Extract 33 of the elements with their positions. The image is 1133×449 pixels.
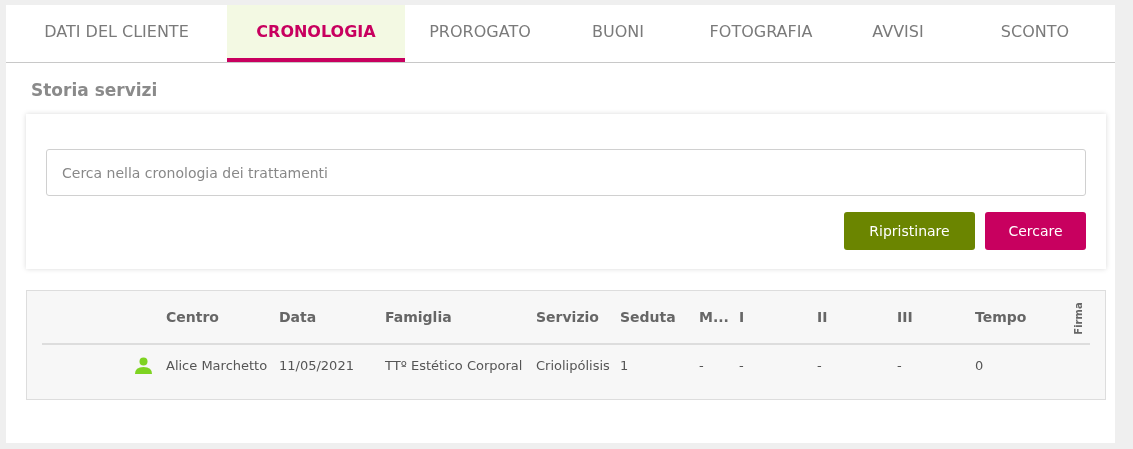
table-cell: 11/05/2021 (279, 357, 354, 373)
tab[interactable]: DATI DEL CLIENTE (6, 5, 227, 62)
reset-button[interactable]: Ripristinare (844, 212, 975, 250)
table-cell: - (897, 357, 902, 373)
section-title: Storia servizi (31, 80, 159, 100)
tab[interactable]: CRONOLOGIA (227, 5, 405, 62)
table-cell: - (699, 357, 704, 373)
column-header: Data (279, 309, 317, 325)
tab[interactable]: FOTOGRAFIA (681, 5, 841, 62)
tab[interactable]: AVVISI (841, 5, 955, 62)
column-header: I (739, 309, 745, 325)
column-header: Centro (166, 309, 219, 325)
table-cell: 1 (620, 357, 629, 373)
column-header: Firma (1072, 302, 1084, 335)
column-header: Seduta (620, 309, 676, 325)
tab[interactable]: BUONI (555, 5, 681, 62)
table-cell: 0 (975, 357, 984, 373)
column-header: III (897, 309, 913, 325)
column-header: Famiglia (385, 309, 452, 325)
table-cell: Criolipólisis (536, 357, 610, 373)
table-cell: TTº Estético Corporal (385, 357, 523, 373)
tab[interactable]: PROROGATO (405, 5, 555, 62)
column-header: II (817, 309, 828, 325)
column-header: Tempo (975, 309, 1027, 325)
table-cell: - (739, 357, 744, 373)
table-cell: - (817, 357, 822, 373)
tab[interactable]: SCONTO (955, 5, 1115, 62)
person-icon (135, 356, 152, 374)
search-button[interactable]: Cercare (985, 212, 1086, 250)
column-header: M... (699, 309, 729, 325)
column-header: Servizio (536, 309, 599, 325)
table-cell: Alice Marchetto (166, 357, 268, 373)
search-field[interactable]: Cerca nella cronologia dei trattamenti (46, 149, 1086, 196)
